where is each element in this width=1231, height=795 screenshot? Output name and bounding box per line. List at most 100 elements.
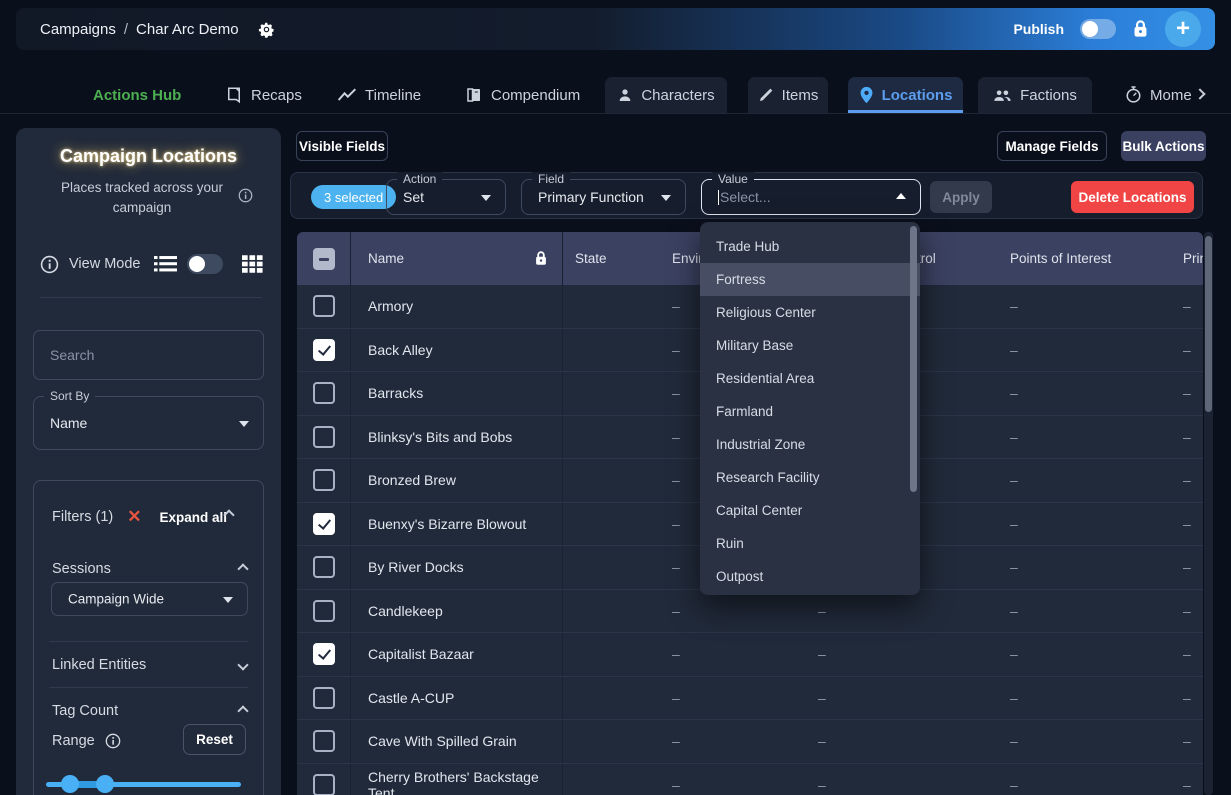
row-name[interactable]: Buenxy's Bizarre Blowout: [350, 503, 563, 546]
row-name[interactable]: Bronzed Brew: [350, 459, 563, 502]
tag-count-section-header[interactable]: Tag Count: [52, 703, 247, 719]
info-icon[interactable]: [105, 733, 121, 749]
row-checkbox[interactable]: [313, 774, 335, 795]
row-name[interactable]: Barracks: [350, 372, 563, 415]
column-header-name[interactable]: Name: [368, 251, 404, 266]
table-row[interactable]: Castle A-CUP ––––: [297, 677, 1203, 721]
table-row[interactable]: Cherry Brothers' Backstage Tent ––––: [297, 764, 1203, 795]
publish-toggle-knob: [1082, 21, 1098, 37]
table-row[interactable]: Capitalist Bazaar ––––: [297, 633, 1203, 677]
row-name[interactable]: Candlekeep: [350, 590, 563, 633]
table-scrollbar[interactable]: [1204, 232, 1213, 795]
filters-clear-icon[interactable]: ✕: [127, 507, 141, 527]
select-all-checkbox[interactable]: [313, 248, 335, 270]
row-checkbox[interactable]: [313, 339, 335, 361]
table-scrollbar-thumb[interactable]: [1205, 236, 1212, 412]
sessions-section-header[interactable]: Sessions: [52, 561, 247, 577]
range-slider[interactable]: [46, 775, 241, 793]
dropdown-option[interactable]: Trade Hub: [700, 230, 920, 263]
table-row[interactable]: Cave With Spilled Grain ––––: [297, 720, 1203, 764]
dropdown-option[interactable]: Fortress: [700, 263, 920, 296]
dropdown-option[interactable]: Farmland: [700, 395, 920, 428]
tab-factions[interactable]: Factions: [978, 77, 1092, 113]
manage-fields-button[interactable]: Manage Fields: [997, 131, 1107, 161]
row-checkbox[interactable]: [313, 730, 335, 752]
nav-label: Actions Hub: [93, 87, 181, 104]
dropdown-option[interactable]: Residential Area: [700, 362, 920, 395]
tab-characters[interactable]: Characters: [605, 77, 727, 113]
value-select[interactable]: Value Select...: [701, 179, 921, 215]
nav-recaps[interactable]: Recaps: [225, 77, 302, 113]
row-checkbox[interactable]: [313, 295, 335, 317]
sessions-label: Sessions: [52, 561, 111, 577]
nav-timeline[interactable]: Timeline: [337, 77, 421, 113]
cell-primary: –: [1170, 603, 1203, 619]
delete-locations-button[interactable]: Delete Locations: [1071, 181, 1194, 213]
cell-primary: –: [1170, 298, 1203, 314]
dropdown-option[interactable]: Religious Center: [700, 296, 920, 329]
range-label: Range: [52, 733, 95, 749]
row-checkbox[interactable]: [313, 556, 335, 578]
row-checkbox[interactable]: [313, 426, 335, 448]
action-select[interactable]: Action Set: [386, 179, 506, 215]
dropdown-option[interactable]: Industrial Zone: [700, 428, 920, 461]
row-checkbox[interactable]: [313, 687, 335, 709]
row-name[interactable]: Castle A-CUP: [350, 677, 563, 720]
table-row[interactable]: Candlekeep ––––: [297, 590, 1203, 634]
breadcrumb-campaigns-link[interactable]: Campaigns: [40, 21, 116, 38]
dropdown-option[interactable]: Ruin: [700, 527, 920, 560]
row-checkbox[interactable]: [313, 513, 335, 535]
column-lock-icon[interactable]: [534, 250, 548, 267]
row-name[interactable]: By River Docks: [350, 546, 563, 589]
row-checkbox[interactable]: [313, 643, 335, 665]
linked-entities-section-header[interactable]: Linked Entities: [52, 657, 247, 673]
dropdown-option[interactable]: Outpost: [700, 560, 920, 593]
tab-locations[interactable]: Locations: [848, 77, 963, 113]
row-name[interactable]: Capitalist Bazaar: [350, 633, 563, 676]
dropdown-option[interactable]: Research Facility: [700, 461, 920, 494]
gear-icon[interactable]: [257, 20, 276, 39]
sessions-select[interactable]: Campaign Wide: [51, 582, 248, 616]
column-header-points-of-interest[interactable]: Points of Interest: [996, 251, 1170, 266]
slider-handle-min[interactable]: [61, 775, 79, 793]
tab-items[interactable]: Items: [748, 77, 828, 113]
sort-select[interactable]: Sort By Name: [33, 396, 264, 450]
column-header-state[interactable]: State: [563, 251, 658, 266]
info-icon[interactable]: [40, 255, 59, 274]
nav-overflow-chevron[interactable]: [1194, 88, 1205, 99]
reset-button[interactable]: Reset: [183, 724, 246, 755]
list-view-icon[interactable]: [154, 255, 177, 273]
row-name[interactable]: Blinksy's Bits and Bobs: [350, 416, 563, 459]
info-icon[interactable]: [238, 188, 253, 203]
row-name[interactable]: Armory: [350, 285, 563, 328]
visible-fields-button[interactable]: Visible Fields: [296, 131, 388, 161]
dropdown-option[interactable]: Capital Center: [700, 494, 920, 527]
row-name[interactable]: Back Alley: [350, 329, 563, 372]
lock-icon[interactable]: [1132, 18, 1149, 40]
add-button[interactable]: +: [1165, 11, 1201, 47]
breadcrumb-campaign-name[interactable]: Char Arc Demo: [136, 21, 239, 38]
row-checkbox[interactable]: [313, 469, 335, 491]
dropdown-scrollbar-thumb[interactable]: [910, 226, 917, 492]
dropdown-option[interactable]: Military Base: [700, 329, 920, 362]
bulk-actions-button[interactable]: Bulk Actions: [1121, 131, 1206, 161]
row-name[interactable]: Cherry Brothers' Backstage Tent: [350, 764, 563, 795]
nav-actions-hub[interactable]: Actions Hub: [93, 77, 181, 113]
column-header-primary[interactable]: Prim: [1170, 251, 1203, 266]
row-checkbox[interactable]: [313, 600, 335, 622]
view-mode-toggle[interactable]: [187, 254, 223, 274]
apply-button[interactable]: Apply: [930, 181, 992, 213]
row-checkbox[interactable]: [313, 382, 335, 404]
tab-moments-partial[interactable]: Mome: [1125, 77, 1192, 113]
row-name[interactable]: Cave With Spilled Grain: [350, 720, 563, 763]
search-input[interactable]: Search: [33, 330, 264, 380]
grid-view-icon[interactable]: [242, 255, 263, 273]
expand-all-button[interactable]: Expand all: [159, 510, 227, 525]
publish-toggle[interactable]: [1080, 19, 1116, 39]
field-select[interactable]: Field Primary Function: [521, 179, 686, 215]
cell-environment: –: [658, 733, 804, 749]
cell-poi: –: [996, 342, 1170, 358]
nav-compendium[interactable]: Compendium: [465, 77, 580, 113]
slider-handle-max[interactable]: [96, 775, 114, 793]
publish-label: Publish: [1013, 21, 1064, 37]
